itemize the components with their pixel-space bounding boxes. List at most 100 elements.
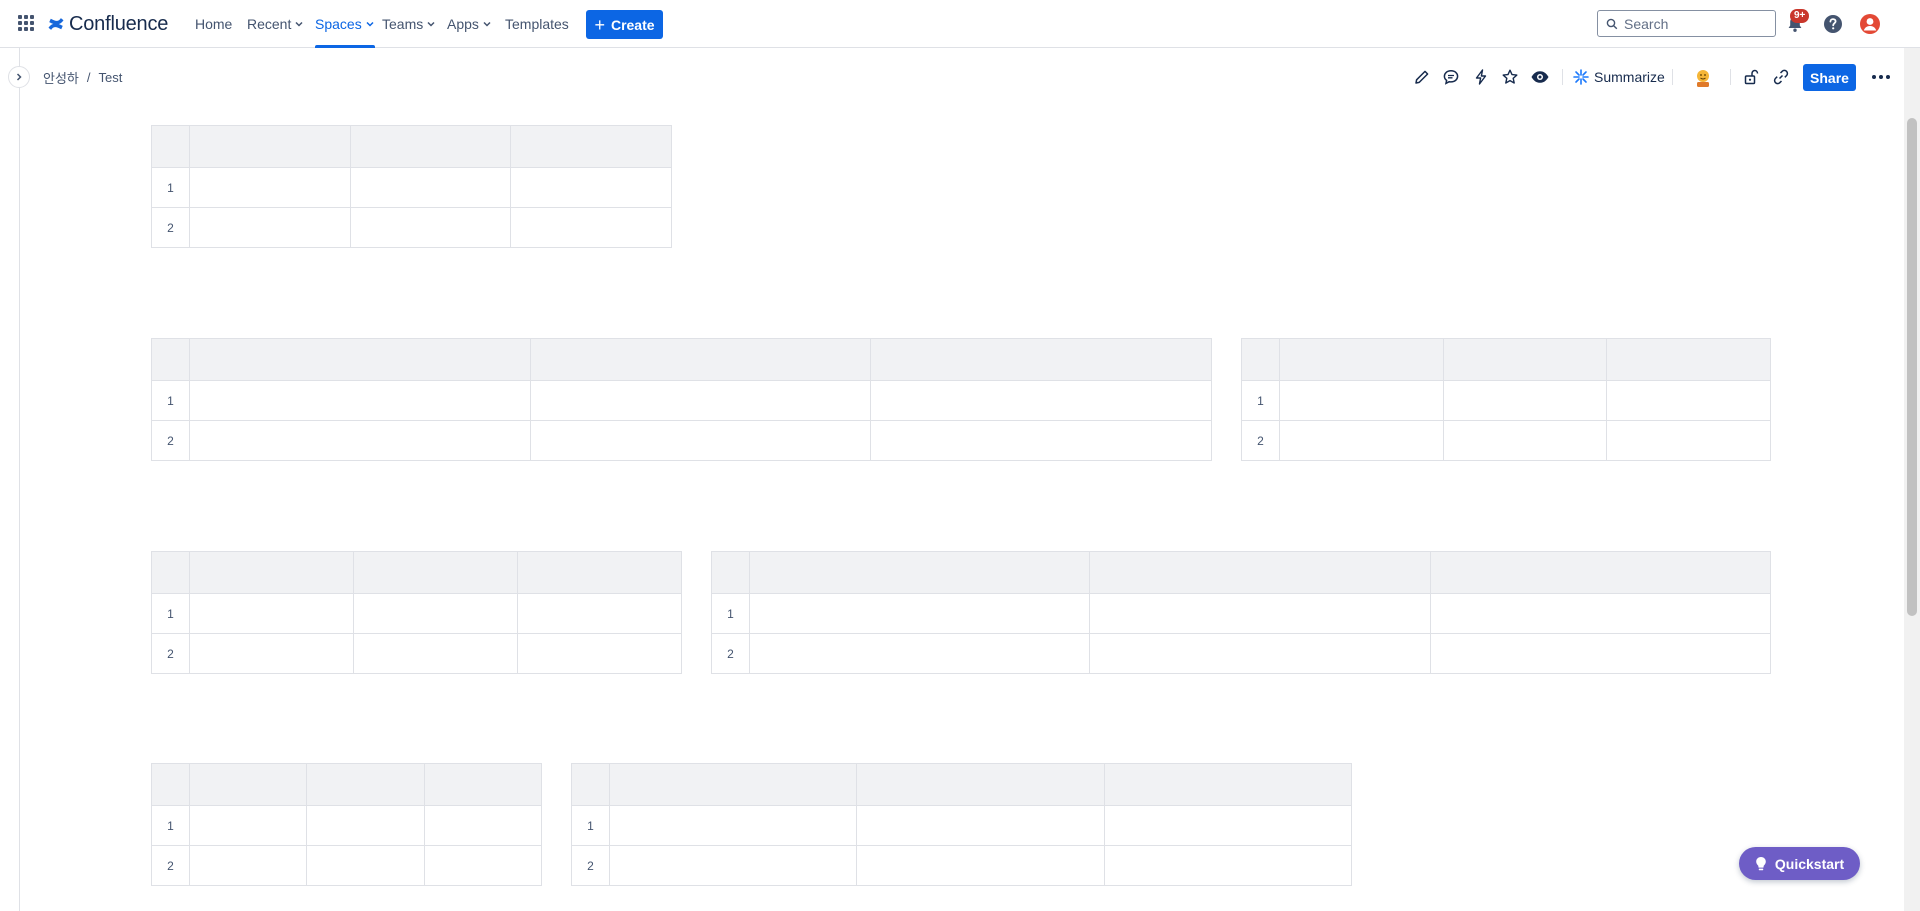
table-cell[interactable] xyxy=(1606,420,1771,461)
table-header-cell[interactable] xyxy=(510,125,672,168)
nav-templates[interactable]: Templates xyxy=(505,0,569,48)
table-cell[interactable] xyxy=(529,420,872,461)
table-cell[interactable] xyxy=(748,633,1091,674)
table-header-cell[interactable] xyxy=(529,338,872,381)
summarize-button[interactable]: Summarize xyxy=(1573,66,1665,88)
table-header-cell[interactable] xyxy=(1279,338,1444,381)
table-cell[interactable] xyxy=(189,420,531,461)
table-cell[interactable] xyxy=(1442,380,1608,421)
watch-eye-icon[interactable] xyxy=(1529,66,1551,88)
table-cell[interactable] xyxy=(1089,633,1431,674)
create-button[interactable]: + Create xyxy=(586,10,663,39)
table-cell[interactable] xyxy=(423,845,543,886)
table-header-cell[interactable] xyxy=(423,763,543,806)
app-switcher-grid-icon[interactable] xyxy=(18,15,34,31)
search-box[interactable] xyxy=(1597,10,1776,37)
table-header-cell[interactable] xyxy=(306,763,425,806)
table-cell[interactable] xyxy=(1103,845,1353,886)
table-cell[interactable] xyxy=(748,593,1091,634)
table-header-cell[interactable] xyxy=(349,125,512,168)
collaborator-avatar-icon[interactable] xyxy=(1691,66,1715,90)
table-cell[interactable] xyxy=(856,845,1105,886)
table-cell[interactable] xyxy=(517,633,682,674)
table-cell[interactable] xyxy=(306,845,425,886)
star-icon[interactable] xyxy=(1499,66,1521,88)
table-header-cell[interactable] xyxy=(353,551,518,594)
table-cell[interactable] xyxy=(870,420,1212,461)
table-header-cell[interactable] xyxy=(1089,551,1431,594)
table-cell[interactable] xyxy=(189,593,354,634)
more-actions-icon[interactable] xyxy=(1870,66,1892,88)
restrictions-unlock-icon[interactable] xyxy=(1740,66,1762,88)
table-corner-cell[interactable] xyxy=(151,125,190,168)
table-2[interactable]: 1 2 xyxy=(151,338,1212,461)
table-cell[interactable] xyxy=(353,593,518,634)
table-header-cell[interactable] xyxy=(608,763,858,806)
table-cell[interactable] xyxy=(1429,633,1772,674)
table-header-cell[interactable] xyxy=(1103,763,1353,806)
breadcrumb-space[interactable]: 안성하 xyxy=(43,68,79,87)
table-cell[interactable] xyxy=(1442,420,1608,461)
table-cell[interactable] xyxy=(353,633,518,674)
table-6[interactable]: 1 2 xyxy=(151,763,543,886)
table-7[interactable]: 1 2 xyxy=(571,763,1353,886)
table-cell[interactable] xyxy=(1089,593,1431,634)
table-cell[interactable] xyxy=(1103,805,1353,846)
nav-teams[interactable]: Teams xyxy=(382,0,436,48)
table-cell[interactable] xyxy=(189,633,354,674)
table-cell[interactable] xyxy=(608,805,858,846)
table-cell[interactable] xyxy=(349,167,512,208)
scrollbar-thumb[interactable] xyxy=(1907,118,1917,616)
table-corner-cell[interactable] xyxy=(151,763,190,806)
expand-sidebar-button[interactable] xyxy=(8,66,30,88)
table-header-cell[interactable] xyxy=(189,338,531,381)
help-icon[interactable] xyxy=(1822,13,1844,35)
table-5[interactable]: 1 2 xyxy=(711,551,1772,674)
profile-avatar-icon[interactable] xyxy=(1859,13,1881,35)
table-cell[interactable] xyxy=(510,167,672,208)
table-cell[interactable] xyxy=(188,845,308,886)
table-corner-cell[interactable] xyxy=(151,551,190,594)
nav-apps[interactable]: Apps xyxy=(447,0,492,48)
table-cell[interactable] xyxy=(608,845,858,886)
table-1[interactable]: 1 2 xyxy=(151,125,672,248)
table-header-cell[interactable] xyxy=(748,551,1091,594)
table-header-cell[interactable] xyxy=(188,763,308,806)
table-cell[interactable] xyxy=(856,805,1105,846)
nav-recent[interactable]: Recent xyxy=(247,0,304,48)
confluence-logo[interactable]: Confluence xyxy=(47,12,168,36)
table-header-cell[interactable] xyxy=(856,763,1105,806)
copy-link-icon[interactable] xyxy=(1770,66,1792,88)
table-header-cell[interactable] xyxy=(1606,338,1771,381)
table-header-cell[interactable] xyxy=(1442,338,1608,381)
table-corner-cell[interactable] xyxy=(571,763,610,806)
table-header-cell[interactable] xyxy=(517,551,682,594)
table-cell[interactable] xyxy=(189,207,351,248)
table-cell[interactable] xyxy=(1606,380,1771,421)
table-cell[interactable] xyxy=(349,207,512,248)
table-header-cell[interactable] xyxy=(1429,551,1772,594)
table-cell[interactable] xyxy=(870,380,1212,421)
table-cell[interactable] xyxy=(189,380,531,421)
table-cell[interactable] xyxy=(1279,420,1444,461)
table-cell[interactable] xyxy=(1279,380,1444,421)
breadcrumb-page[interactable]: Test xyxy=(99,70,123,85)
table-corner-cell[interactable] xyxy=(711,551,750,594)
edit-pencil-icon[interactable] xyxy=(1411,66,1433,88)
table-header-cell[interactable] xyxy=(189,125,351,168)
automation-lightning-icon[interactable] xyxy=(1470,66,1492,88)
table-cell[interactable] xyxy=(1429,593,1772,634)
comment-icon[interactable] xyxy=(1440,66,1462,88)
table-cell[interactable] xyxy=(423,805,543,846)
quickstart-button[interactable]: Quickstart xyxy=(1739,847,1860,880)
table-3[interactable]: 1 2 xyxy=(1241,338,1771,461)
nav-home[interactable]: Home xyxy=(195,0,232,48)
table-cell[interactable] xyxy=(510,207,672,248)
table-cell[interactable] xyxy=(517,593,682,634)
table-cell[interactable] xyxy=(188,805,308,846)
table-header-cell[interactable] xyxy=(189,551,354,594)
table-cell[interactable] xyxy=(529,380,872,421)
table-header-cell[interactable] xyxy=(870,338,1212,381)
table-cell[interactable] xyxy=(306,805,425,846)
table-4[interactable]: 1 2 xyxy=(151,551,682,674)
